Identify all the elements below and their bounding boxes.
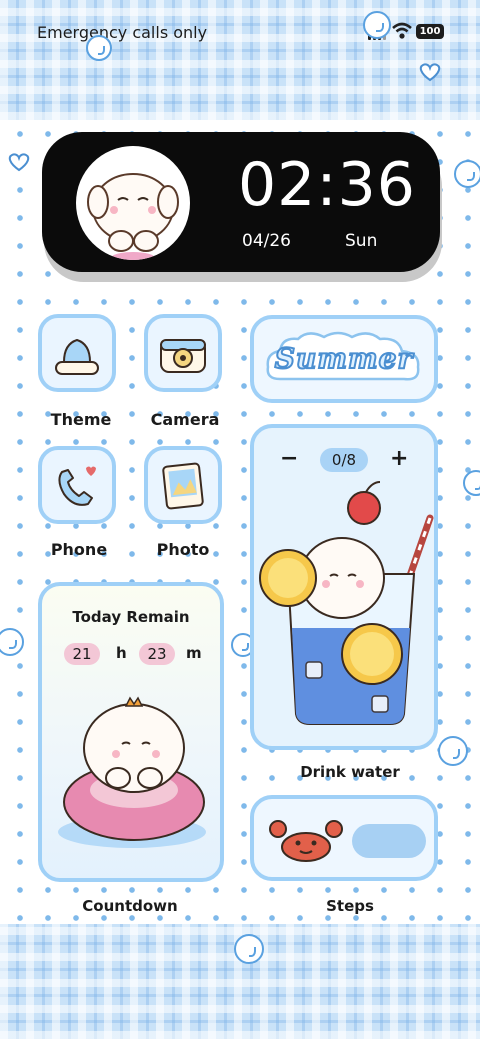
bubble-decoration: [454, 160, 480, 188]
water-count: 0/8: [320, 448, 368, 472]
steps-widget[interactable]: [250, 795, 438, 881]
app-photo[interactable]: [144, 446, 222, 524]
countdown-minutes: 23: [139, 643, 175, 665]
summer-widget[interactable]: Summer: [250, 315, 438, 403]
heart-icon: [419, 63, 441, 82]
summer-text: Summer: [274, 341, 414, 376]
phone-icon: [58, 466, 96, 506]
app-label-theme: Theme: [50, 410, 112, 429]
clock-weekday: Sun: [345, 231, 378, 251]
photo-icon: [162, 462, 204, 510]
bubble-decoration: [234, 934, 264, 964]
app-label-photo: Photo: [156, 540, 210, 559]
countdown-hours-unit: h: [116, 644, 127, 662]
bubble-decoration: [463, 470, 480, 496]
steps-progress: [352, 824, 426, 858]
theme-icon: [55, 338, 99, 375]
countdown-label: Countdown: [82, 897, 178, 915]
water-plus-button[interactable]: +: [390, 446, 408, 471]
app-phone[interactable]: [38, 446, 116, 524]
app-camera[interactable]: [144, 314, 222, 392]
bubble-decoration: [438, 736, 468, 766]
clock-time: 02:36: [238, 150, 416, 220]
crab-icon: [269, 820, 343, 862]
puppy-float-illustration: [58, 696, 206, 848]
status-bar: Emergency calls only 100: [0, 0, 480, 64]
puppy-avatar: [76, 146, 190, 260]
heart-icon: [8, 153, 30, 172]
drink-water-widget[interactable]: − 0/8 +: [250, 424, 438, 750]
app-theme[interactable]: [38, 314, 116, 392]
drink-illustration: [259, 481, 434, 725]
bubble-decoration: [0, 628, 24, 656]
carrier-text: Emergency calls only: [37, 23, 208, 42]
app-label-camera: Camera: [150, 410, 220, 429]
bubble-decoration: [86, 35, 112, 61]
battery-indicator: 100: [416, 24, 444, 39]
app-label-phone: Phone: [50, 540, 108, 559]
water-minus-button[interactable]: −: [280, 446, 298, 471]
steps-label: Steps: [326, 897, 374, 915]
clock-date: 04/26: [242, 231, 291, 251]
countdown-title: Today Remain: [72, 608, 190, 626]
drink-water-label: Drink water: [300, 763, 400, 781]
bubble-decoration: [363, 11, 391, 39]
countdown-widget[interactable]: Today Remain 21 h 23 m: [38, 582, 224, 882]
countdown-hours: 21: [64, 643, 100, 665]
wifi-icon: [392, 22, 412, 39]
countdown-minutes-unit: m: [186, 644, 202, 662]
camera-icon: [160, 339, 206, 373]
